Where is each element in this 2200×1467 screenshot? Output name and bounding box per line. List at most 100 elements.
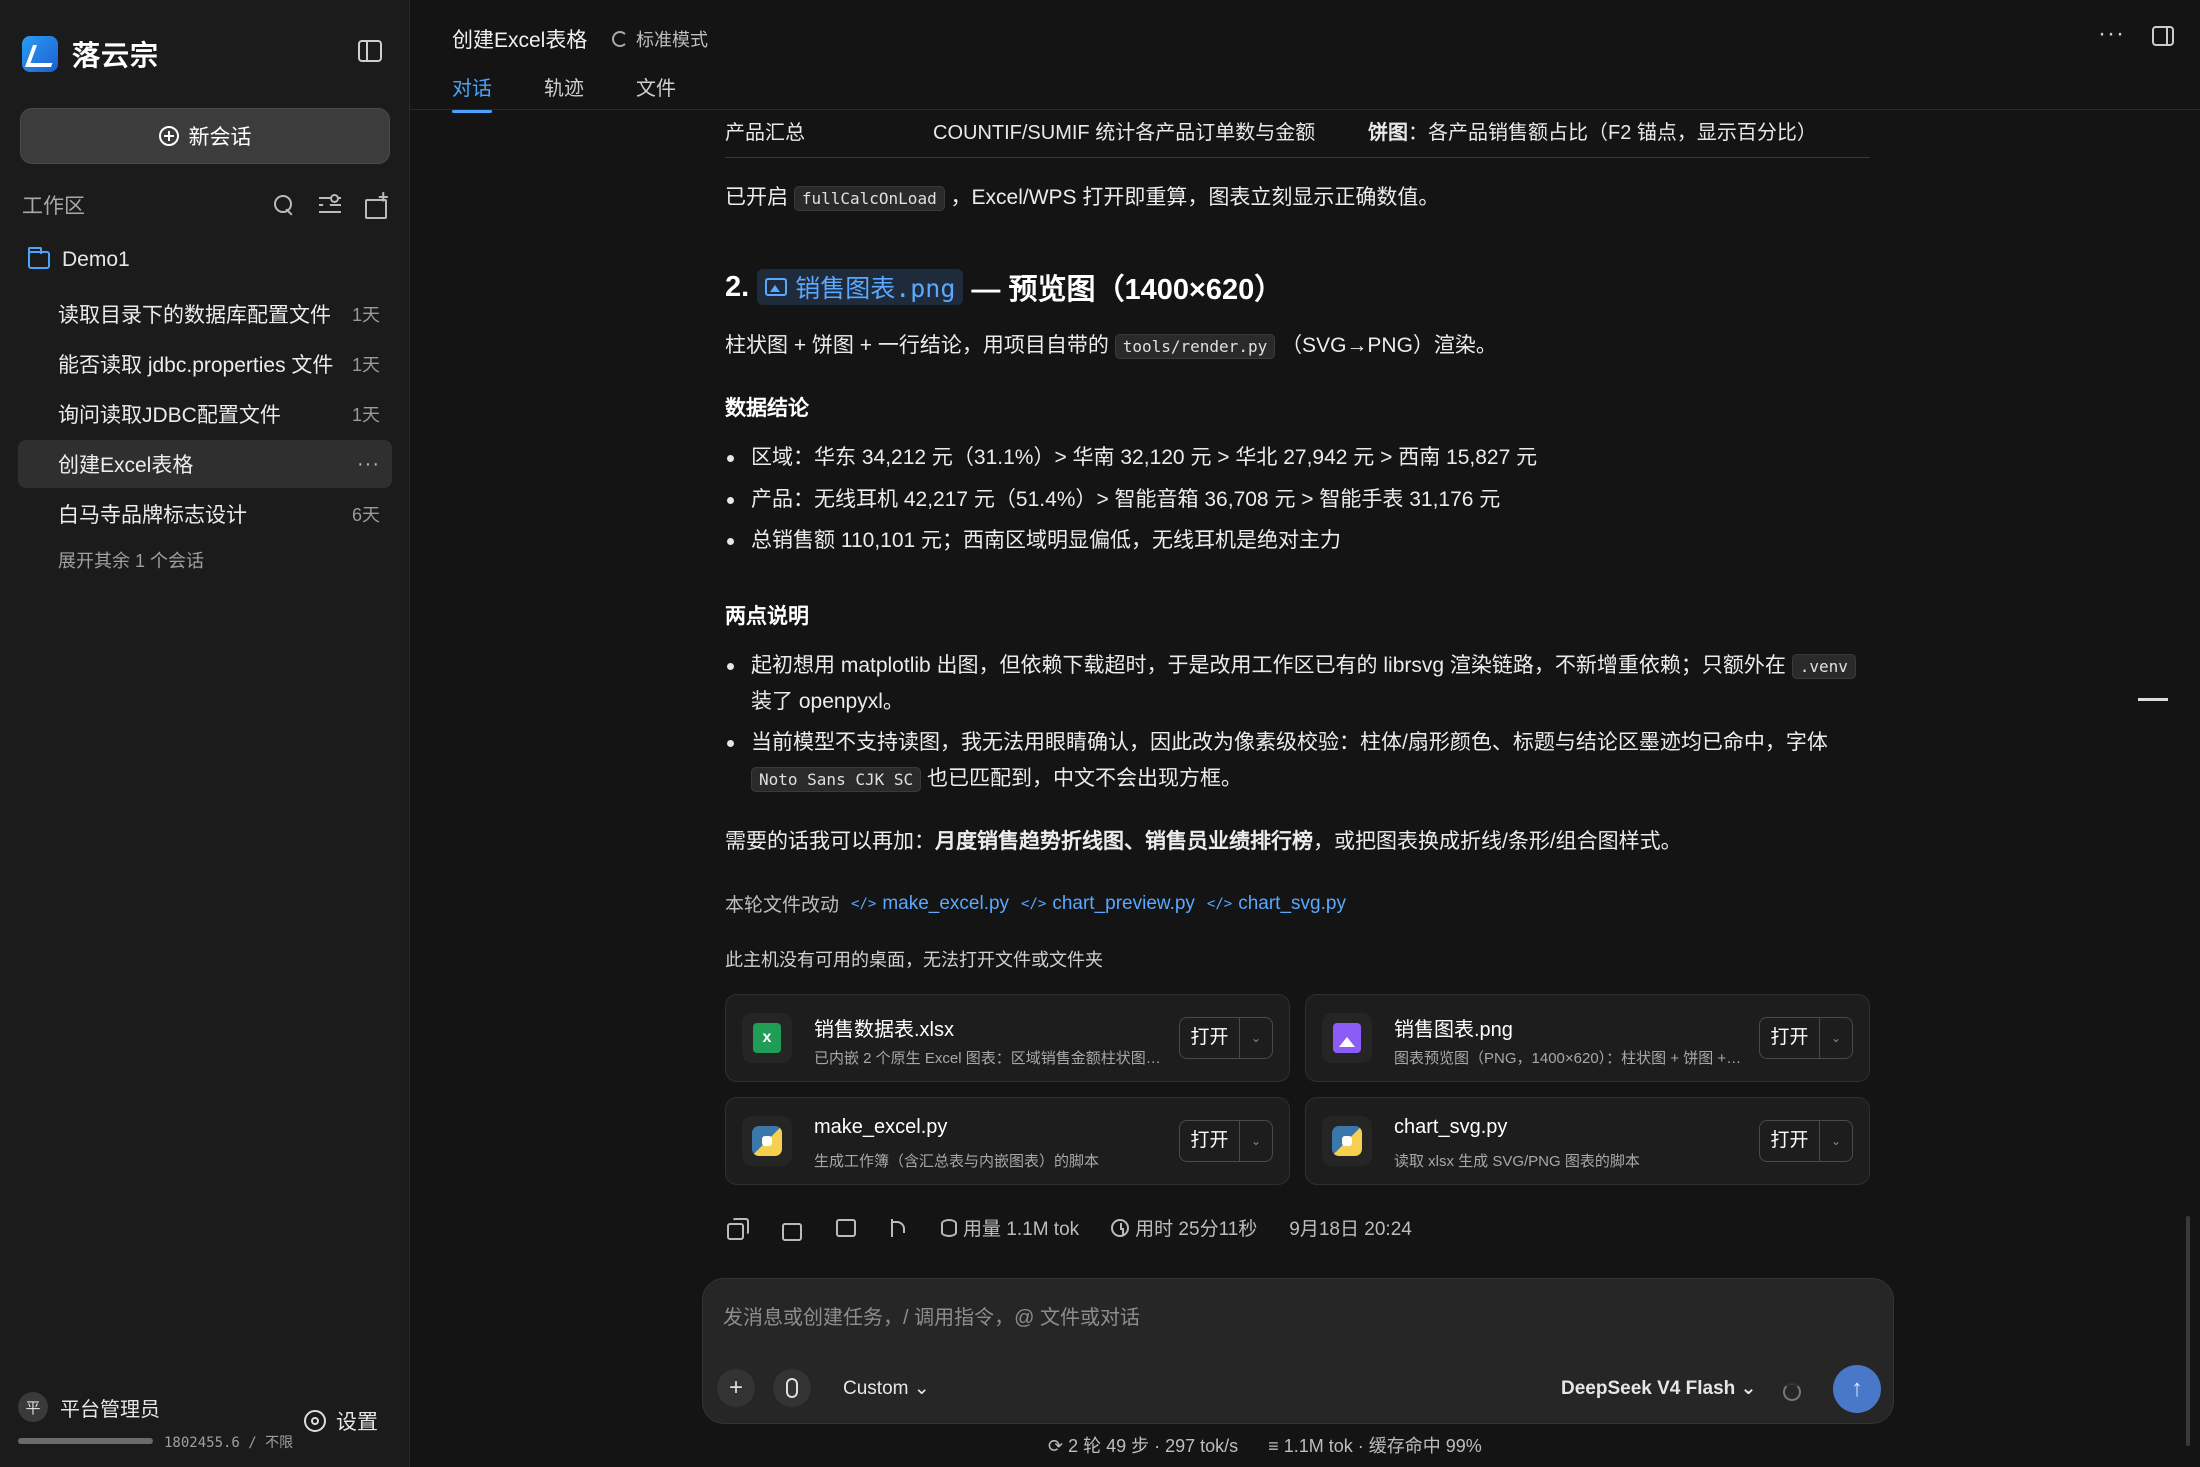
quota-bar	[18, 1438, 153, 1444]
usage-text: 用量 1.1M tok	[963, 1219, 1080, 1240]
paragraph: 柱状图 + 饼图 + 一行结论，用项目自带的 tools/render.py （…	[725, 328, 1497, 364]
section-heading: 2. 销售图表.png — 预览图（1400×620）	[725, 266, 1283, 308]
add-button[interactable]: +	[717, 1369, 755, 1407]
settings-button[interactable]: 设置	[304, 1406, 378, 1436]
settings-label: 设置	[336, 1411, 378, 1434]
attach-button[interactable]	[773, 1369, 811, 1407]
subheading: 数据结论	[725, 397, 809, 420]
inline-code: fullCalcOnLoad	[793, 186, 945, 211]
branch-icon[interactable]	[887, 1217, 909, 1239]
file-card[interactable]: x 销售数据表.xlsx 已内嵌 2 个原生 Excel 图表：区域销售金额柱状…	[725, 994, 1290, 1082]
open-label: 打开	[1180, 1018, 1240, 1058]
tab-files[interactable]: 文件	[636, 72, 676, 111]
changed-file-link[interactable]: </> chart_svg.py	[1207, 893, 1346, 915]
side-panel-icon[interactable]	[2152, 26, 2174, 46]
more-options-icon[interactable]: ···	[357, 453, 380, 476]
scroll-position-marker[interactable]	[2138, 698, 2168, 701]
open-button[interactable]: 打开 ⌄	[1179, 1017, 1273, 1059]
steps-stat: ⟳ 2 轮 49 步 · 297 tok/s	[1048, 1436, 1239, 1456]
mode-label: 标准模式	[636, 30, 708, 50]
changed-files: 本轮文件改动 </> make_excel.py </> chart_preview…	[725, 890, 1346, 917]
session-item[interactable]: 询问读取JDBC配置文件 1天	[18, 390, 392, 438]
inline-code: tools/render.py	[1114, 334, 1276, 359]
session-item[interactable]: 读取目录下的数据库配置文件 1天	[18, 290, 392, 338]
file-name: chart_svg.py	[1238, 892, 1346, 914]
session-title: 白马寺品牌标志设计	[58, 504, 247, 527]
file-card[interactable]: make_excel.py 生成工作簿（含汇总表与内嵌图表）的脚本 打开 ⌄	[725, 1097, 1290, 1185]
composer: 发消息或创建任务，/ 调用指令，@ 文件或对话 + Custom ⌄ DeepS…	[702, 1278, 1894, 1424]
text: 装了 openpyxl。	[751, 689, 904, 713]
python-icon	[752, 1126, 782, 1156]
thumbs-down-icon[interactable]	[833, 1217, 856, 1239]
session-title: 读取目录下的数据库配置文件	[58, 304, 331, 327]
status-footer: ⟳ 2 轮 49 步 · 297 tok/s ≡ 1.1M tok · 缓存命中…	[1048, 1432, 1482, 1458]
quota-text: 1802455.6 / 不限	[164, 1435, 294, 1451]
session-item-active[interactable]: 创建Excel表格 ···	[18, 440, 392, 488]
file-icon-box: x	[742, 1013, 792, 1063]
expand-more-sessions[interactable]: 展开其余 1 个会话	[58, 547, 204, 573]
mode-indicator[interactable]: 标准模式	[612, 26, 708, 52]
duration-stat: 用时 25分11秒	[1111, 1214, 1257, 1241]
new-chat-button[interactable]: 新会话	[20, 108, 390, 164]
inline-code: Noto Sans CJK SC	[751, 767, 922, 793]
message-input[interactable]: 发消息或创建任务，/ 调用指令，@ 文件或对话	[723, 1301, 1140, 1330]
list-item: 起初想用 matplotlib 出图，但依赖下载超时，于是改用工作区已有的 li…	[727, 648, 1870, 719]
scrollbar[interactable]	[2186, 1216, 2190, 1446]
session-item[interactable]: 白马寺品牌标志设计 6天	[18, 490, 392, 538]
open-button[interactable]: 打开 ⌄	[1179, 1120, 1273, 1162]
file-card[interactable]: chart_svg.py 读取 xlsx 生成 SVG/PNG 图表的脚本 打开…	[1305, 1097, 1870, 1185]
paragraph: 已开启 fullCalcOnLoad ，Excel/WPS 打开即重算，图表立刻…	[725, 180, 1439, 216]
loading-icon	[1783, 1383, 1801, 1401]
tab-chat[interactable]: 对话	[452, 72, 492, 113]
chevron-down-icon[interactable]: ⌄	[1240, 1031, 1272, 1045]
gear-icon	[304, 1410, 326, 1432]
folder-demo1[interactable]: Demo1	[28, 247, 130, 272]
text: （SVG→PNG）渲染。	[1281, 334, 1497, 357]
send-button[interactable]: ↑	[1833, 1365, 1881, 1413]
more-menu-icon[interactable]: ···	[2098, 20, 2125, 48]
folder-icon	[28, 247, 50, 269]
brand[interactable]: 落云宗	[22, 34, 159, 74]
table-cell: 产品汇总	[725, 122, 805, 144]
user-profile[interactable]: 平 平台管理员	[18, 1392, 160, 1422]
file-link[interactable]: 销售图表.png	[757, 269, 964, 305]
text: 起初想用 matplotlib 出图，但依赖下载超时，于是改用工作区已有的 li…	[751, 654, 1786, 677]
paperclip-icon	[786, 1378, 798, 1398]
chevron-down-icon[interactable]: ⌄	[1820, 1134, 1852, 1148]
changed-file-link[interactable]: </> chart_preview.py	[1021, 893, 1195, 915]
file-name: 销售图表.png	[1394, 1019, 1513, 1041]
mode-select[interactable]: Custom ⌄	[843, 1377, 930, 1400]
tab-bar: 对话 轨迹 文件	[452, 72, 676, 113]
data-bullet-list: 区域：华东 34,212 元（31.1%）> 华南 32,120 元 > 华北 …	[725, 440, 1537, 565]
session-title: 能否读取 jdbc.properties 文件	[58, 354, 334, 377]
session-title: 创建Excel表格	[58, 454, 194, 477]
copy-icon[interactable]	[725, 1217, 749, 1240]
thumbs-up-icon[interactable]	[779, 1217, 802, 1241]
session-item[interactable]: 能否读取 jdbc.properties 文件 1天	[18, 340, 392, 388]
chevron-down-icon[interactable]: ⌄	[1820, 1031, 1852, 1045]
filter-icon[interactable]	[318, 193, 342, 217]
changed-file-link[interactable]: </> make_excel.py	[851, 893, 1009, 915]
tab-trace[interactable]: 轨迹	[544, 72, 584, 111]
brand-name: 落云宗	[72, 40, 160, 71]
search-icon[interactable]	[272, 193, 296, 217]
new-folder-icon[interactable]	[364, 187, 389, 219]
steps-text: 2 轮 49 步 · 297 tok/s	[1068, 1436, 1239, 1456]
chevron-down-icon[interactable]: ⌄	[1240, 1134, 1272, 1148]
mode-select-label: Custom	[843, 1378, 909, 1399]
page-title: 创建Excel表格	[452, 29, 588, 52]
changes-label: 本轮文件改动	[725, 895, 840, 916]
file-icon-box	[1322, 1116, 1372, 1166]
list-item: 区域：华东 34,212 元（31.1%）> 华南 32,120 元 > 华北 …	[726, 440, 1537, 476]
plus-circle-icon	[158, 126, 179, 146]
list-item: 总销售额 110,101 元；西南区域明显偏低，无线耳机是绝对主力	[726, 523, 1537, 559]
avatar: 平	[18, 1392, 48, 1422]
sidebar-toggle-icon[interactable]	[358, 40, 382, 62]
model-select[interactable]: DeepSeek V4 Flash ⌄	[1561, 1377, 1756, 1400]
open-button[interactable]: 打开 ⌄	[1759, 1017, 1853, 1059]
new-chat-label: 新会话	[188, 126, 252, 149]
open-button[interactable]: 打开 ⌄	[1759, 1120, 1853, 1162]
text: 已开启	[725, 186, 788, 209]
file-card[interactable]: 销售图表.png 图表预览图（PNG，1400×620）：柱状图 + 饼图 + …	[1305, 994, 1870, 1082]
subheading: 两点说明	[725, 605, 809, 628]
